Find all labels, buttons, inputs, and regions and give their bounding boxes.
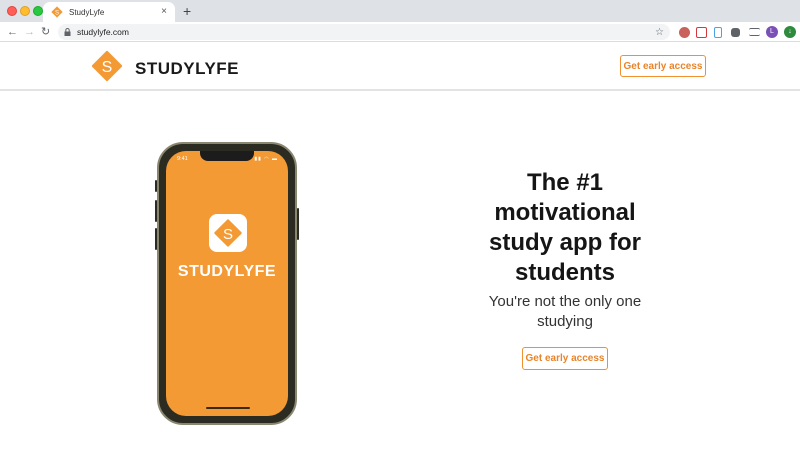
extension-badge-icon[interactable]	[679, 27, 690, 38]
app-logo-icon: S	[214, 219, 242, 247]
headline-line-1: The #1	[526, 169, 604, 196]
phone-notch	[200, 151, 254, 161]
headline-line-4: students	[514, 259, 615, 286]
svg-text:S: S	[55, 11, 59, 17]
bookmark-star-icon[interactable]: ☆	[655, 27, 664, 38]
bottle-extension-icon[interactable]	[714, 27, 722, 38]
browser-tab[interactable]: S StudyLyfe ×	[43, 2, 175, 22]
app-icon: S	[209, 214, 247, 252]
headline-line-2: motivational	[494, 199, 636, 226]
green-extension-icon[interactable]: ↓	[784, 26, 796, 38]
shield-extension-icon[interactable]	[696, 27, 707, 38]
brand-name[interactable]: STUDYLYFE	[135, 59, 239, 79]
lock-icon	[64, 28, 71, 36]
address-bar[interactable]: studylyfe.com ☆	[58, 24, 670, 40]
new-tab-button[interactable]: +	[183, 3, 191, 19]
reload-button[interactable]: ↻	[41, 25, 50, 39]
window-maximize-button[interactable]	[33, 6, 43, 16]
favicon-icon: S	[51, 6, 63, 18]
window-minimize-button[interactable]	[20, 6, 30, 16]
browser-tab-bar: S StudyLyfe × +	[0, 0, 800, 22]
phone-home-indicator	[206, 407, 250, 409]
back-button[interactable]: ←	[7, 25, 18, 39]
profile-avatar[interactable]: L	[766, 26, 778, 38]
reading-list-icon[interactable]	[749, 28, 760, 36]
studylyfe-logo-icon[interactable]: S	[90, 49, 124, 83]
phone-status-icons: ▮▮ ◠ ▬	[254, 156, 278, 162]
app-logo-letter: S	[223, 226, 233, 243]
phone-status-time: 9:41	[177, 156, 188, 162]
phone-screen: 9:41 ▮▮ ◠ ▬ S STUDYLYFE	[166, 151, 288, 416]
forward-button[interactable]: →	[24, 25, 35, 39]
hero-get-early-access-button[interactable]: Get early access	[522, 347, 608, 370]
puzzle-extensions-icon[interactable]	[731, 28, 740, 37]
url-text: studylyfe.com	[77, 27, 129, 37]
tab-close-icon[interactable]: ×	[161, 7, 167, 17]
browser-toolbar: ← → ↻ studylyfe.com ☆ L ↓	[0, 22, 800, 42]
phone-app-name: STUDYLYFE	[177, 263, 277, 280]
subline-line-1: You're not the only one	[488, 293, 642, 310]
phone-power-button	[297, 208, 299, 240]
phone-body: 9:41 ▮▮ ◠ ▬ S STUDYLYFE	[157, 142, 297, 425]
hero-headline: The #1 motivational study app for studen…	[455, 168, 675, 288]
site-header: S STUDYLYFE Get early access	[0, 43, 800, 91]
tab-title: StudyLyfe	[69, 7, 105, 17]
header-get-early-access-button[interactable]: Get early access	[620, 55, 706, 77]
subline-line-2: studying	[537, 313, 593, 330]
window-close-button[interactable]	[7, 6, 17, 16]
logo-letter: S	[102, 59, 113, 76]
hero-subheadline: You're not the only one studying	[455, 292, 675, 332]
headline-line-3: study app for	[488, 229, 641, 256]
